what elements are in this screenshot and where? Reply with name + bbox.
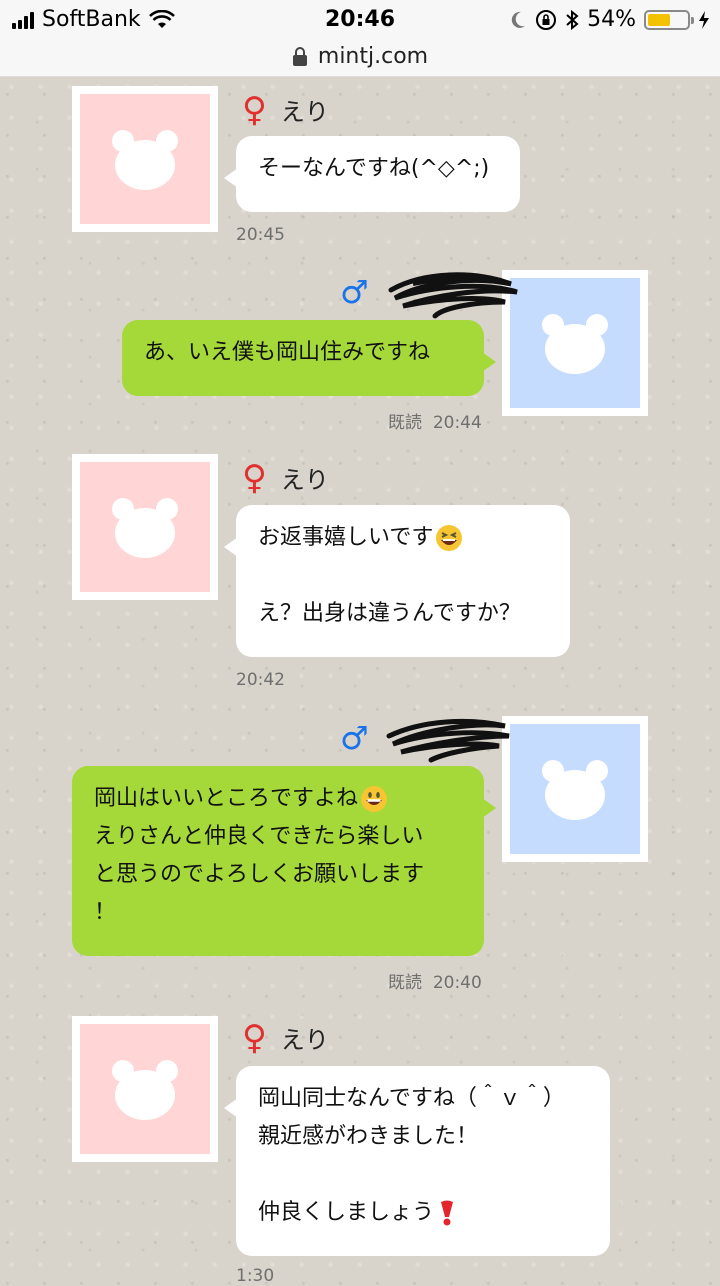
message-time: 20:44 <box>432 413 482 433</box>
female-symbol-icon: ♀ <box>242 457 267 498</box>
grinning-squinting-face-icon <box>436 525 463 551</box>
address-bar[interactable]: mintj.com <box>0 40 720 77</box>
wifi-icon <box>148 9 175 28</box>
message-time: 1:30 <box>236 1266 275 1286</box>
redacted-name-scribble <box>388 272 518 319</box>
message-text: 親近感がわきました！ <box>258 1124 479 1149</box>
bear-avatar-icon <box>112 498 178 558</box>
message-time: 20:45 <box>236 225 285 245</box>
message-text: 仲良くしましょう <box>258 1194 588 1232</box>
male-symbol-icon: ♂ <box>340 719 369 757</box>
message-bubble[interactable]: あ、いえ僕も岡山住みですね <box>122 320 496 396</box>
read-status: 既読 <box>388 973 422 993</box>
battery-percent: 54% <box>587 7 636 32</box>
battery-icon <box>644 9 694 30</box>
sender-name-row: ♀ えり <box>242 92 329 127</box>
sender-name: えり <box>280 1026 329 1054</box>
sender-name: えり <box>280 98 329 126</box>
sender-name-row: ♀ えり <box>242 460 329 495</box>
bluetooth-icon <box>566 9 579 30</box>
message-text: 岡山同士なんですね（＾ｖ＾） <box>258 1086 565 1111</box>
sender-avatar[interactable] <box>72 86 218 232</box>
sender-avatar[interactable] <box>72 1016 218 1162</box>
sender-avatar[interactable] <box>72 454 218 600</box>
sender-name: えり <box>280 466 329 494</box>
message-text: え？出身は違うんですか？ <box>258 601 521 626</box>
url-text: mintj.com <box>317 44 429 69</box>
signal-bars-icon <box>12 11 34 29</box>
carrier-label: SoftBank <box>42 7 141 32</box>
message-text: あ、いえ僕も岡山住みですね <box>144 340 431 365</box>
female-symbol-icon: ♀ <box>242 89 267 130</box>
redacted-name-scribble <box>386 718 510 763</box>
message-text <box>258 557 548 595</box>
message-text <box>258 1156 588 1194</box>
message-read-time: 既読 20:44 <box>388 408 482 433</box>
male-symbol-icon: ♂ <box>340 273 369 311</box>
bear-avatar-icon <box>542 314 608 374</box>
message-text: 岡山はいいところですよね <box>94 780 462 818</box>
message-text: ！ <box>94 900 117 925</box>
clock: 20:46 <box>324 7 396 32</box>
female-symbol-icon: ♀ <box>242 1017 267 1058</box>
message-bubble[interactable]: そーなんですね(^◇^;) <box>224 136 520 212</box>
moon-icon <box>511 11 526 28</box>
message-time: 20:42 <box>236 670 285 690</box>
charging-icon <box>699 10 709 29</box>
bear-avatar-icon <box>542 760 608 820</box>
message-text: えりさんと仲良くできたら楽しい <box>94 824 424 849</box>
bear-avatar-icon <box>112 1060 178 1120</box>
message-time: 20:40 <box>432 973 482 993</box>
lock-icon <box>292 47 307 66</box>
read-status: 既読 <box>388 413 422 433</box>
status-bar: SoftBank 20:46 54% <box>0 0 720 40</box>
message-text: そーなんですね(^◇^;) <box>258 156 490 181</box>
sender-avatar[interactable] <box>502 716 648 862</box>
message-bubble[interactable]: 岡山はいいところですよね えりさんと仲良くできたら楽しい と思うのでよろしくお願… <box>72 766 496 956</box>
rotation-lock-icon <box>536 9 557 30</box>
grinning-face-icon <box>361 786 388 812</box>
message-read-time: 既読 20:40 <box>388 968 482 993</box>
bear-avatar-icon <box>112 130 178 190</box>
sender-name-row: ♂ <box>340 710 513 766</box>
heavy-exclamation-mark-icon <box>441 1200 454 1226</box>
sender-avatar[interactable] <box>502 270 648 416</box>
sender-name-row: ♂ <box>340 262 523 322</box>
message-text: と思うのでよろしくお願いします <box>94 862 425 887</box>
sender-name-row: ♀ えり <box>242 1020 329 1055</box>
message-bubble[interactable]: お返事嬉しいです え？出身は違うんですか？ <box>224 505 570 657</box>
message-text: お返事嬉しいです <box>258 519 548 557</box>
message-bubble[interactable]: 岡山同士なんですね（＾ｖ＾） 親近感がわきました！ 仲良くしましょう <box>224 1066 610 1256</box>
